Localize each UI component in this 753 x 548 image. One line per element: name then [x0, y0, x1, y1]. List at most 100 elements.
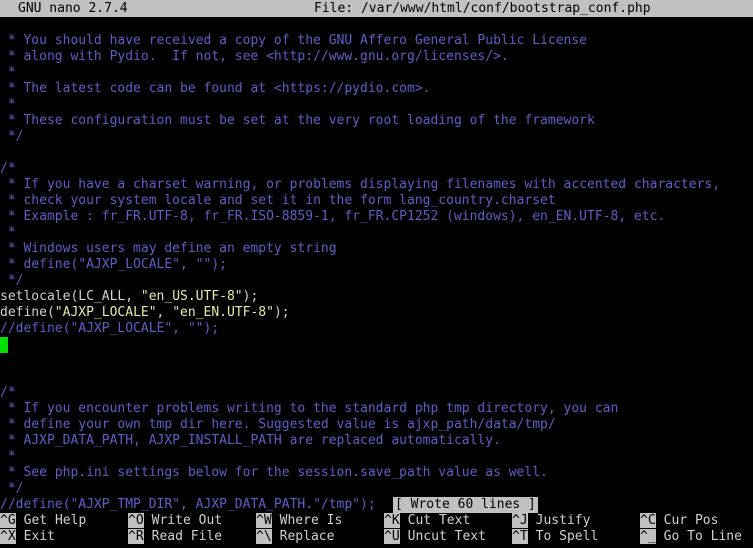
- code-text: ,: [156, 305, 173, 320]
- comment-text: //define("AJXP_LOCALE", "");: [0, 321, 220, 336]
- comment-text: * AJXP_DATA_PATH, AJXP_INSTALL_PATH are …: [0, 433, 501, 448]
- comment-text: * define your own tmp dir here. Suggeste…: [0, 417, 556, 432]
- comment-text: *: [0, 449, 16, 464]
- title-bar: GNU nano 2.7.4 File: /var/www/html/conf/…: [0, 0, 753, 17]
- shortcut-where-is[interactable]: ^W Where Is: [256, 513, 342, 529]
- shortcut-read-file[interactable]: ^R Read File: [128, 529, 222, 545]
- shortcut-key: ^O: [128, 513, 144, 528]
- string-literal: "en_US.UTF-8": [140, 289, 243, 304]
- shortcut-justify[interactable]: ^J Justify: [512, 513, 590, 529]
- editor-line: * define your own tmp dir here. Suggeste…: [0, 417, 753, 433]
- editor-line: *: [0, 449, 753, 465]
- code-text: define(: [0, 305, 55, 320]
- shortcut-key: ^W: [256, 513, 272, 528]
- shortcut-go-to-line[interactable]: ^_ Go To Line: [640, 529, 742, 545]
- text-cursor: [0, 337, 8, 353]
- shortcut-label: Write Out: [151, 513, 223, 528]
- shortcut-get-help[interactable]: ^G Get Help: [0, 513, 86, 529]
- comment-text: *: [0, 97, 16, 112]
- editor-line: */: [0, 273, 753, 289]
- shortcut-uncut-text[interactable]: ^U Uncut Text: [384, 529, 486, 545]
- editor-line: //define("AJXP_LOCALE", "");: [0, 321, 753, 337]
- shortcut-label: Read File: [151, 529, 223, 544]
- editor-line: */: [0, 129, 753, 145]
- file-path: File: /var/www/html/conf/bootstrap_conf.…: [314, 1, 651, 16]
- comment-text: /*: [0, 161, 16, 176]
- comment-text: * See php.ini settings below for the ses…: [0, 465, 548, 480]
- editor-line: * See php.ini settings below for the ses…: [0, 465, 753, 481]
- comment-text: * Example : fr_FR.UTF-8, fr_FR.ISO-8859-…: [0, 209, 666, 224]
- comment-text: /*: [0, 385, 16, 400]
- editor-line: * If you encounter problems writing to t…: [0, 401, 753, 417]
- editor-line: * If you have a charset warning, or prob…: [0, 177, 753, 193]
- shortcut-cut-text[interactable]: ^K Cut Text: [384, 513, 470, 529]
- comment-text: * If you encounter problems writing to t…: [0, 401, 619, 416]
- editor-line: * You should have received a copy of the…: [0, 33, 753, 49]
- shortcut-label: Get Help: [23, 513, 87, 528]
- editor-line: /*: [0, 161, 753, 177]
- code-text: );: [242, 289, 259, 304]
- shortcut-key: ^T: [512, 529, 528, 544]
- editor-line: define("AJXP_LOCALE", "en_EN.UTF-8");: [0, 305, 753, 321]
- editor-line: *: [0, 225, 753, 241]
- comment-text: * Windows users may define an empty stri…: [0, 241, 337, 256]
- status-bar: [ Wrote 60 lines ]: [0, 497, 753, 513]
- shortcut-label: Justify: [535, 513, 591, 528]
- editor-line: * check your system locale and set it in…: [0, 193, 753, 209]
- editor-line: * along with Pydio. If not, see <http://…: [0, 49, 753, 65]
- shortcut-key: ^\: [256, 529, 272, 544]
- shortcut-cur-pos[interactable]: ^C Cur Pos: [640, 513, 718, 529]
- terminal-window: GNU nano 2.7.4 File: /var/www/html/conf/…: [0, 0, 753, 548]
- comment-text: * You should have received a copy of the…: [0, 33, 587, 48]
- editor-line: *: [0, 97, 753, 113]
- editor-line: * define("AJXP_LOCALE", "");: [0, 257, 753, 273]
- shortcut-label: Cut Text: [407, 513, 471, 528]
- shortcut-bar: ^G Get Help ^O Write Out ^W Where Is ^K Cut Tex…: [0, 513, 753, 547]
- string-literal: "AJXP_LOCALE": [54, 305, 157, 320]
- editor-line: * These configuration must be set at the…: [0, 113, 753, 129]
- editor-line: *: [0, 65, 753, 81]
- shortcut-key: ^K: [384, 513, 400, 528]
- editor-line: */: [0, 481, 753, 497]
- status-message: [ Wrote 60 lines ]: [393, 497, 538, 513]
- editor-area[interactable]: * You should have received a copy of the…: [0, 33, 753, 513]
- editor-line: /*: [0, 385, 753, 401]
- shortcut-label: Go To Line: [663, 529, 742, 544]
- comment-text: * define("AJXP_LOCALE", "");: [0, 257, 227, 272]
- shortcut-label: Where Is: [279, 513, 343, 528]
- comment-text: */: [0, 273, 24, 288]
- shortcut-key: ^U: [384, 529, 400, 544]
- shortcut-write-out[interactable]: ^O Write Out: [128, 513, 222, 529]
- comment-text: * The latest code can be found at <https…: [0, 81, 431, 96]
- shortcut-replace[interactable]: ^\ Replace: [256, 529, 334, 545]
- editor-line: * The latest code can be found at <https…: [0, 81, 753, 97]
- comment-text: *: [0, 225, 16, 240]
- shortcut-key: ^R: [128, 529, 144, 544]
- shortcut-key: ^J: [512, 513, 528, 528]
- editor-line: [0, 337, 753, 353]
- code-text: setlocale(LC_ALL,: [0, 289, 141, 304]
- shortcut-key: ^X: [0, 529, 16, 544]
- comment-text: */: [0, 481, 24, 496]
- shortcut-key: ^G: [0, 513, 16, 528]
- editor-line: * Windows users may define an empty stri…: [0, 241, 753, 257]
- shortcut-label: Uncut Text: [407, 529, 486, 544]
- shortcut-key: ^_: [640, 529, 656, 544]
- comment-text: * check your system locale and set it in…: [0, 193, 556, 208]
- shortcut-key: ^C: [640, 513, 656, 528]
- editor-line: setlocale(LC_ALL, "en_US.UTF-8");: [0, 289, 753, 305]
- code-text: );: [273, 305, 290, 320]
- string-literal: "en_EN.UTF-8": [172, 305, 274, 320]
- editor-line: * Example : fr_FR.UTF-8, fr_FR.ISO-8859-…: [0, 209, 753, 225]
- comment-text: * These configuration must be set at the…: [0, 113, 595, 128]
- shortcut-label: To Spell: [535, 529, 599, 544]
- app-version: GNU nano 2.7.4: [18, 1, 128, 16]
- shortcut-exit[interactable]: ^X Exit: [0, 529, 55, 545]
- comment-text: * along with Pydio. If not, see <http://…: [0, 49, 509, 64]
- shortcut-label: Exit: [23, 529, 55, 544]
- shortcut-to-spell[interactable]: ^T To Spell: [512, 529, 598, 545]
- comment-text: *: [0, 65, 16, 80]
